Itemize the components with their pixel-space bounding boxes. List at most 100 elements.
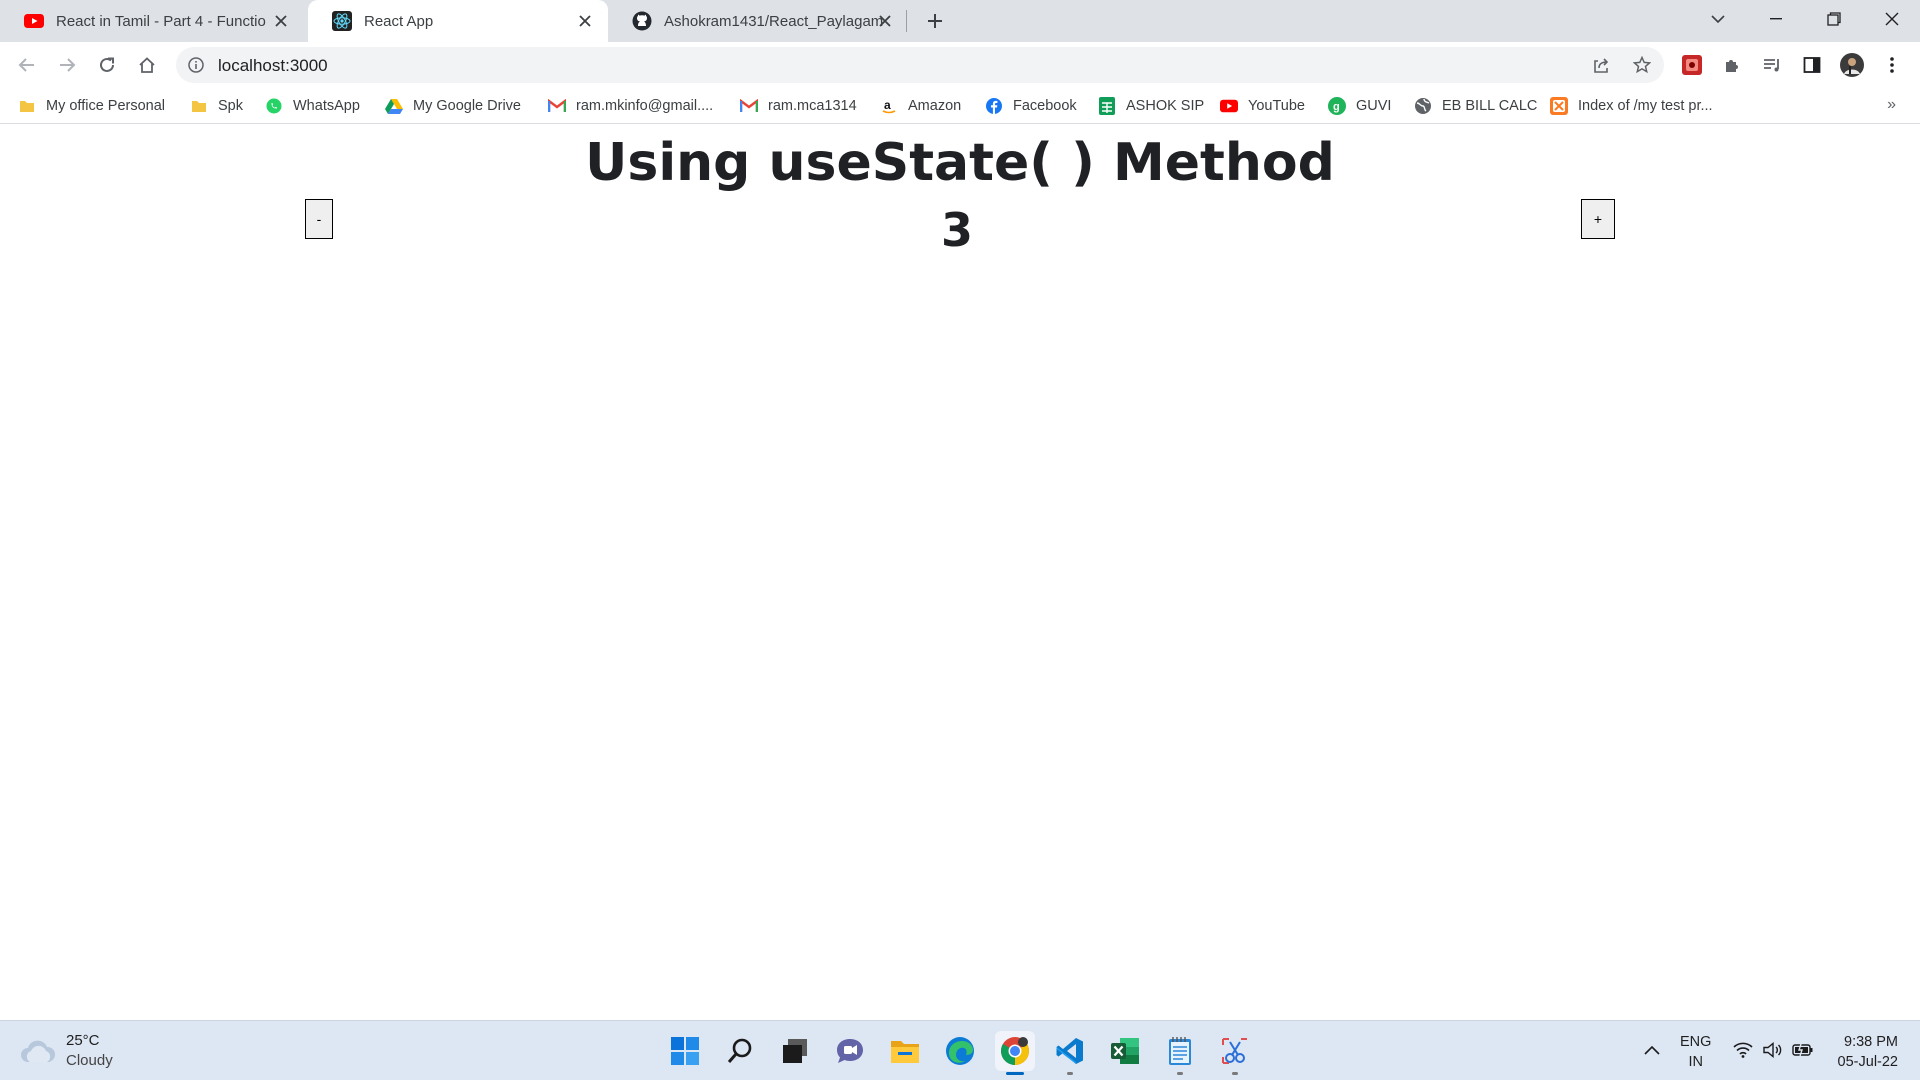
menu-kebab-icon[interactable]: [1880, 53, 1904, 77]
bookmark-facebook[interactable]: Facebook: [985, 95, 1077, 117]
bookmark-google-drive[interactable]: My Google Drive: [385, 95, 521, 117]
vscode-icon: [1055, 1036, 1085, 1066]
page-heading: Using useState( ) Method: [585, 133, 1335, 193]
reading-list-icon[interactable]: [1760, 53, 1784, 77]
forward-button[interactable]: [52, 50, 82, 80]
browser-toolbar: localhost:3000: [0, 42, 1920, 88]
notepad-icon: [1167, 1036, 1193, 1066]
back-button[interactable]: [12, 50, 42, 80]
bookmark-label: Index of /my test pr...: [1578, 98, 1713, 114]
bookmark-label: EB BILL CALC: [1442, 98, 1538, 114]
close-tab-icon[interactable]: [272, 12, 290, 30]
xampp-icon: [1550, 97, 1568, 115]
svg-text:g: g: [1333, 101, 1340, 113]
running-app-indicator: [1177, 1072, 1183, 1075]
extensions-puzzle-icon[interactable]: [1720, 53, 1744, 77]
svg-text:a: a: [884, 98, 891, 112]
file-explorer-button[interactable]: [885, 1031, 925, 1071]
battery-icon[interactable]: [1792, 1039, 1814, 1061]
tab-github[interactable]: Ashokram1431/React_Paylagam: [608, 0, 908, 42]
bookmark-my-office-personal[interactable]: My office Personal: [18, 95, 165, 117]
weather-widget[interactable]: 25°C Cloudy: [20, 1031, 113, 1071]
restore-button[interactable]: [1806, 0, 1862, 38]
search-icon: [726, 1037, 754, 1065]
start-button[interactable]: [665, 1031, 705, 1071]
close-tab-icon[interactable]: [576, 12, 594, 30]
profile-avatar-icon[interactable]: [1840, 53, 1864, 77]
bookmark-guvi[interactable]: g GUVI: [1328, 95, 1391, 117]
share-icon[interactable]: [1590, 54, 1612, 76]
close-window-button[interactable]: [1864, 0, 1920, 38]
tab-strip: React in Tamil - Part 4 - Functional Rea…: [0, 0, 1920, 42]
url-text[interactable]: localhost:3000: [218, 56, 328, 76]
home-button[interactable]: [132, 50, 162, 80]
bookmark-eb-bill-calc[interactable]: EB BILL CALC: [1414, 95, 1537, 117]
bookmark-gmail-mca[interactable]: ram.mca1314: [740, 95, 857, 117]
chrome-icon: [1000, 1036, 1030, 1066]
bookmark-label: My Google Drive: [413, 98, 521, 114]
folder-icon: [18, 97, 36, 115]
sheets-icon: [1098, 97, 1116, 115]
close-tab-icon[interactable]: [876, 12, 894, 30]
start-icon: [671, 1037, 699, 1065]
excel-button[interactable]: [1105, 1031, 1145, 1071]
volume-icon[interactable]: [1762, 1039, 1784, 1061]
gmail-icon: [548, 97, 566, 115]
youtube-icon: [24, 11, 44, 31]
bookmark-label: ram.mkinfo@gmail....: [576, 98, 714, 114]
edge-icon: [945, 1036, 975, 1066]
search-button[interactable]: [720, 1031, 760, 1071]
bookmark-label: YouTube: [1248, 98, 1305, 114]
reload-button[interactable]: [92, 50, 122, 80]
bookmark-label: My office Personal: [46, 98, 166, 114]
bookmark-spk[interactable]: Spk: [190, 95, 243, 117]
bookmark-label: ASHOK SIP: [1126, 98, 1205, 114]
bookmarks-bar: My office Personal Spk WhatsApp My Googl…: [0, 88, 1920, 124]
weather-description: Cloudy: [66, 1052, 113, 1069]
task-view-button[interactable]: [775, 1031, 815, 1071]
more-bookmarks-button[interactable]: »: [1887, 96, 1896, 114]
bookmark-star-icon[interactable]: [1631, 54, 1653, 76]
bookmark-gmail-mkinfo[interactable]: ram.mkinfo@gmail....: [548, 95, 713, 117]
bookmark-youtube[interactable]: YouTube: [1220, 95, 1305, 117]
youtube-icon: [1220, 97, 1238, 115]
react-icon: [332, 11, 352, 31]
snipping-tool-icon: [1220, 1036, 1250, 1066]
bookmark-index-test[interactable]: Index of /my test pr...: [1550, 95, 1713, 117]
task-view-icon: [782, 1038, 808, 1064]
chrome-button[interactable]: [995, 1031, 1035, 1075]
bookmark-whatsapp[interactable]: WhatsApp: [265, 95, 360, 117]
globe-icon: [1414, 97, 1432, 115]
tab-title: React in Tamil - Part 4 - Functional: [56, 12, 266, 30]
extension-icon[interactable]: [1680, 53, 1704, 77]
bookmark-ashok-sip[interactable]: ASHOK SIP: [1098, 95, 1204, 117]
new-tab-button[interactable]: [922, 8, 948, 34]
bookmark-label: WhatsApp: [293, 98, 360, 114]
tab-youtube[interactable]: React in Tamil - Part 4 - Functional: [0, 0, 304, 42]
edge-button[interactable]: [940, 1031, 980, 1071]
bookmark-amazon[interactable]: a Amazon: [880, 95, 961, 117]
tab-title: Ashokram1431/React_Paylagam: [664, 12, 884, 30]
tab-search-button[interactable]: [1690, 0, 1746, 38]
address-bar[interactable]: localhost:3000: [176, 47, 1664, 83]
notepad-button[interactable]: [1160, 1031, 1200, 1075]
counter-value: 3: [940, 203, 973, 257]
site-info-icon[interactable]: [186, 55, 206, 75]
minimize-button[interactable]: [1748, 0, 1804, 38]
language-indicator[interactable]: ENG IN: [1680, 1032, 1711, 1072]
tab-react-app[interactable]: React App: [308, 0, 608, 42]
weather-temperature: 25°C: [66, 1032, 100, 1049]
running-app-indicator: [1232, 1072, 1238, 1075]
vscode-button[interactable]: [1050, 1031, 1090, 1075]
chat-icon: [835, 1037, 865, 1065]
snipping-tool-button[interactable]: [1215, 1031, 1255, 1075]
chat-button[interactable]: [830, 1031, 870, 1071]
clock[interactable]: 9:38 PM 05-Jul-22: [1838, 1032, 1898, 1072]
language-secondary: IN: [1688, 1054, 1703, 1070]
wifi-icon[interactable]: [1732, 1039, 1754, 1061]
bookmark-label: Amazon: [908, 98, 962, 114]
show-hidden-icons-button[interactable]: [1641, 1039, 1663, 1061]
side-panel-icon[interactable]: [1800, 53, 1824, 77]
increment-button[interactable]: +: [1581, 199, 1615, 239]
facebook-icon: [985, 97, 1003, 115]
